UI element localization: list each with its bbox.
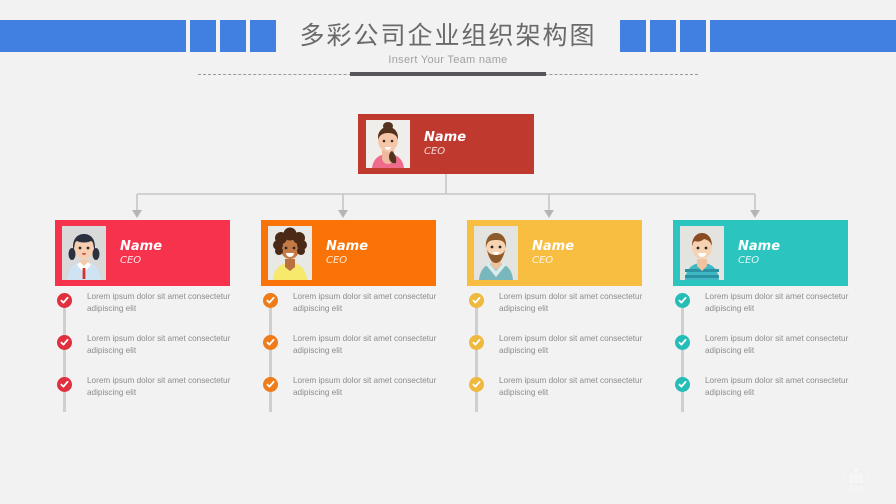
connector-lines-svg bbox=[132, 174, 760, 218]
list-item[interactable]: Lorem ipsum dolor sit amet consectetur a… bbox=[55, 292, 265, 334]
bullet-text: Lorem ipsum dolor sit amet consectetur a… bbox=[293, 376, 437, 397]
card-name: Name bbox=[424, 129, 467, 145]
list-item[interactable]: Lorem ipsum dolor sit amet consectetur a… bbox=[467, 292, 677, 334]
bullet-text: Lorem ipsum dolor sit amet consectetur a… bbox=[705, 292, 849, 313]
watermark-icon bbox=[847, 465, 865, 491]
card-text: Name CEO bbox=[738, 238, 781, 266]
page-title: 多彩公司企业组织架构图 bbox=[299, 21, 597, 50]
card-name: Name bbox=[120, 238, 163, 254]
org-child-card-4[interactable]: Name CEO bbox=[673, 220, 848, 286]
card-name: Name bbox=[738, 238, 781, 254]
list-item[interactable]: Lorem ipsum dolor sit amet consectetur a… bbox=[55, 334, 265, 376]
bullet-text: Lorem ipsum dolor sit amet consectetur a… bbox=[293, 334, 437, 355]
curly-hair-woman-yellow-top-icon bbox=[268, 226, 312, 280]
female-bun-pink-top-icon bbox=[366, 120, 410, 168]
bullet-text: Lorem ipsum dolor sit amet consectetur a… bbox=[499, 292, 643, 313]
bullet-text: Lorem ipsum dolor sit amet consectetur a… bbox=[499, 376, 643, 397]
card-role: CEO bbox=[326, 254, 348, 266]
bullet-text: Lorem ipsum dolor sit amet consectetur a… bbox=[87, 334, 231, 355]
avatar bbox=[474, 226, 518, 280]
young-man-teal-striped-shirt-icon bbox=[680, 226, 724, 280]
bearded-man-teal-shirt-icon bbox=[474, 226, 518, 280]
list-item[interactable]: Lorem ipsum dolor sit amet consectetur a… bbox=[261, 292, 471, 334]
watermark-logo bbox=[838, 464, 874, 492]
avatar bbox=[268, 226, 312, 280]
card-text: Name CEO bbox=[424, 129, 467, 157]
bullet-text: Lorem ipsum dolor sit amet consectetur a… bbox=[705, 376, 849, 397]
bullet-text: Lorem ipsum dolor sit amet consectetur a… bbox=[499, 334, 643, 355]
list-item[interactable]: Lorem ipsum dolor sit amet consectetur a… bbox=[673, 376, 883, 418]
check-icon bbox=[57, 335, 72, 350]
bullet-text: Lorem ipsum dolor sit amet consectetur a… bbox=[705, 334, 849, 355]
check-icon bbox=[675, 335, 690, 350]
check-icon bbox=[469, 293, 484, 308]
list-item[interactable]: Lorem ipsum dolor sit amet consectetur a… bbox=[55, 376, 265, 418]
card-role: CEO bbox=[738, 254, 760, 266]
page-subtitle: Insert Your Team name bbox=[388, 54, 508, 66]
bullet-column-4: Lorem ipsum dolor sit amet consectetur a… bbox=[673, 292, 883, 418]
card-name: Name bbox=[532, 238, 575, 254]
list-item[interactable]: Lorem ipsum dolor sit amet consectetur a… bbox=[673, 292, 883, 334]
check-icon bbox=[675, 377, 690, 392]
avatar bbox=[366, 120, 410, 168]
check-icon bbox=[263, 293, 278, 308]
check-icon bbox=[469, 335, 484, 350]
org-child-card-3[interactable]: Name CEO bbox=[467, 220, 642, 286]
list-item[interactable]: Lorem ipsum dolor sit amet consectetur a… bbox=[467, 334, 677, 376]
org-child-card-1[interactable]: Name CEO bbox=[55, 220, 230, 286]
card-role: CEO bbox=[120, 254, 142, 266]
org-root-card[interactable]: Name CEO bbox=[358, 114, 534, 174]
check-icon bbox=[263, 335, 278, 350]
org-children-row: Name CEO Name CEO Name CEO Name CEO bbox=[0, 220, 896, 288]
bullet-column-3: Lorem ipsum dolor sit amet consectetur a… bbox=[467, 292, 677, 418]
card-text: Name CEO bbox=[532, 238, 575, 266]
title-divider bbox=[198, 72, 698, 76]
card-role: CEO bbox=[424, 145, 446, 157]
divider-solid-segment bbox=[350, 72, 546, 76]
girl-pigtails-red-tie-icon bbox=[62, 226, 106, 280]
bullet-text: Lorem ipsum dolor sit amet consectetur a… bbox=[293, 292, 437, 313]
check-icon bbox=[57, 377, 72, 392]
list-item[interactable]: Lorem ipsum dolor sit amet consectetur a… bbox=[261, 376, 471, 418]
connector-arrowheads bbox=[132, 210, 760, 218]
bullet-column-2: Lorem ipsum dolor sit amet consectetur a… bbox=[261, 292, 471, 418]
check-icon bbox=[57, 293, 72, 308]
card-text: Name CEO bbox=[326, 238, 369, 266]
bullet-text: Lorem ipsum dolor sit amet consectetur a… bbox=[87, 376, 231, 397]
avatar bbox=[62, 226, 106, 280]
org-connectors bbox=[0, 174, 896, 220]
slide-header: 多彩公司企业组织架构图 Insert Your Team name bbox=[0, 0, 896, 90]
bullet-text: Lorem ipsum dolor sit amet consectetur a… bbox=[87, 292, 231, 313]
org-child-card-2[interactable]: Name CEO bbox=[261, 220, 436, 286]
check-icon bbox=[675, 293, 690, 308]
card-role: CEO bbox=[532, 254, 554, 266]
bullet-column-1: Lorem ipsum dolor sit amet consectetur a… bbox=[55, 292, 265, 418]
card-text: Name CEO bbox=[120, 238, 163, 266]
card-name: Name bbox=[326, 238, 369, 254]
list-item[interactable]: Lorem ipsum dolor sit amet consectetur a… bbox=[467, 376, 677, 418]
slide-canvas: 多彩公司企业组织架构图 Insert Your Team name Name C… bbox=[0, 0, 896, 504]
list-item[interactable]: Lorem ipsum dolor sit amet consectetur a… bbox=[673, 334, 883, 376]
avatar bbox=[680, 226, 724, 280]
list-item[interactable]: Lorem ipsum dolor sit amet consectetur a… bbox=[261, 334, 471, 376]
check-icon bbox=[263, 377, 278, 392]
connector-drops bbox=[136, 194, 756, 210]
check-icon bbox=[469, 377, 484, 392]
